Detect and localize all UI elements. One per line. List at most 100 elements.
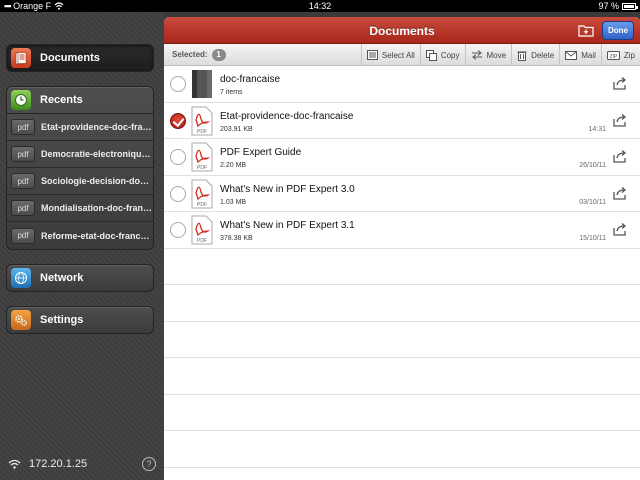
selection-summary: Selected: 1	[172, 48, 226, 61]
share-icon[interactable]	[613, 186, 628, 200]
file-size: 1.03 MB	[220, 198, 247, 206]
sidebar-item-label: Recents	[40, 94, 83, 106]
battery-icon	[622, 2, 638, 10]
empty-row	[164, 322, 640, 358]
file-name: doc-francaise	[220, 74, 281, 85]
recent-item-title: Mondialisation-doc-francaise	[41, 203, 153, 213]
recent-item-title: Sociologie-decision-doc-francaise	[41, 176, 153, 186]
sidebar-item-network[interactable]: Network	[6, 264, 154, 292]
svg-text:PDF: PDF	[197, 129, 207, 135]
documents-icon	[11, 48, 31, 68]
recent-item[interactable]: pdf Mondialisation-doc-francaise	[7, 195, 153, 222]
file-date: 26/10/11	[579, 162, 606, 169]
file-size: 2.20 MB	[220, 162, 247, 169]
pdf-file-icon: PDF	[191, 142, 213, 172]
empty-row	[164, 395, 640, 431]
file-date: 03/10/11	[579, 198, 606, 206]
globe-icon	[11, 268, 31, 288]
move-arrows-icon	[471, 50, 482, 60]
file-row[interactable]: PDF What's New in PDF Expert 3.1 378.38 …	[164, 212, 640, 249]
selection-toolbar: Selected: 1 Select All Copy Move Delete	[164, 44, 640, 66]
pdf-file-icon: pdf	[11, 146, 35, 162]
select-checkbox[interactable]	[170, 222, 186, 238]
title-bar: Documents Done	[164, 17, 640, 44]
battery-status: 97 %	[598, 0, 638, 12]
delete-button[interactable]: Delete	[511, 44, 559, 66]
copy-icon	[425, 49, 437, 61]
svg-text:PDF: PDF	[197, 202, 207, 208]
gears-icon	[11, 310, 31, 330]
pdf-file-icon: pdf	[11, 227, 35, 244]
sidebar-item-label: Documents	[40, 52, 100, 64]
svg-text:PDF: PDF	[197, 165, 207, 171]
help-icon[interactable]: ?	[142, 457, 156, 471]
sidebar-item-label: Network	[40, 272, 84, 284]
file-name: What's New in PDF Expert 3.0	[220, 183, 355, 195]
recents-panel: Recents pdf Etat-providence-doc-francais…	[6, 86, 154, 250]
empty-row	[164, 358, 640, 395]
folder-icon	[192, 70, 212, 98]
sidebar-item-documents[interactable]: Documents	[6, 44, 154, 72]
file-name: Etat-providence-doc-francaise	[220, 110, 354, 122]
select-checkbox[interactable]	[170, 185, 186, 202]
sidebar-item-settings[interactable]: Settings	[6, 306, 154, 334]
recents-list: pdf Etat-providence-doc-francaise pdf De…	[7, 113, 153, 249]
svg-text:ZIP: ZIP	[609, 53, 617, 59]
select-checkbox-checked[interactable]	[170, 112, 186, 129]
recent-item[interactable]: pdf Sociologie-decision-doc-francaise	[7, 168, 153, 195]
ip-address: 172.20.1.25	[29, 458, 88, 470]
status-bar: ▪▪▪ Orange F 14:32 97 %	[0, 0, 640, 12]
empty-row	[164, 431, 640, 468]
sidebar-item-recents[interactable]: Recents	[7, 87, 153, 113]
svg-text:PDF: PDF	[197, 238, 207, 244]
new-folder-icon[interactable]	[578, 24, 594, 37]
select-checkbox[interactable]	[170, 76, 186, 92]
empty-row	[164, 249, 640, 285]
recent-item-title: Etat-providence-doc-francaise	[41, 122, 153, 132]
file-list: doc-francaise 7 items PDF Etat-providenc…	[164, 66, 640, 468]
file-row[interactable]: PDF PDF Expert Guide 2.20 MB 26/10/11	[164, 139, 640, 176]
trash-icon	[517, 51, 527, 61]
select-checkbox[interactable]	[170, 149, 186, 165]
zip-button[interactable]: ZIP Zip	[600, 44, 640, 66]
file-row[interactable]: PDF Etat-providence-doc-francaise 203.91…	[164, 103, 640, 139]
file-date: 15/10/11	[579, 235, 606, 242]
pdf-file-icon: PDF	[191, 215, 213, 245]
documents-panel: Documents Done Selected: 1 Select All Co…	[164, 17, 640, 480]
clock-icon	[11, 90, 31, 110]
copy-button[interactable]: Copy	[419, 44, 465, 66]
done-button[interactable]: Done	[602, 21, 634, 40]
envelope-icon	[565, 50, 578, 60]
share-icon[interactable]	[613, 113, 628, 127]
file-row[interactable]: PDF What's New in PDF Expert 3.0 1.03 MB…	[164, 176, 640, 212]
mail-button[interactable]: Mail	[559, 44, 601, 66]
recent-item[interactable]: pdf Etat-providence-doc-francaise	[7, 114, 153, 141]
share-icon[interactable]	[613, 77, 628, 90]
file-size: 378.38 KB	[220, 235, 253, 242]
file-size: 203.91 KB	[220, 125, 253, 133]
share-icon[interactable]	[613, 223, 628, 236]
recent-item-title: Reforme-etat-doc-francaise	[41, 230, 153, 241]
share-icon[interactable]	[613, 150, 628, 163]
move-button[interactable]: Move	[464, 44, 512, 66]
recent-item-title: Democratie-electronique-doc-francaise	[41, 149, 153, 159]
recent-item[interactable]: pdf Democratie-electronique-doc-francais…	[7, 141, 153, 168]
empty-row	[164, 285, 640, 322]
select-all-button[interactable]: Select All	[360, 44, 420, 66]
toolbar-actions: Select All Copy Move Delete Mail ZIP Zip	[360, 44, 640, 66]
pdf-file-icon: pdf	[11, 119, 35, 135]
file-row[interactable]: doc-francaise 7 items	[164, 66, 640, 103]
clock: 14:32	[308, 1, 332, 11]
recent-item[interactable]: pdf Reforme-etat-doc-francaise	[7, 222, 153, 249]
pdf-file-icon: PDF	[191, 106, 213, 135]
file-date: 14:31	[588, 125, 606, 133]
file-size: 7 items	[220, 89, 243, 96]
sidebar-item-label: Settings	[40, 314, 84, 326]
wifi-icon	[8, 459, 21, 469]
pdf-file-icon: pdf	[11, 200, 35, 216]
list-icon	[366, 50, 378, 60]
zip-archive-icon: ZIP	[606, 50, 620, 60]
pdf-file-icon: pdf	[11, 173, 35, 189]
pdf-file-icon: PDF	[191, 179, 213, 208]
file-name: What's New in PDF Expert 3.1	[220, 220, 355, 231]
